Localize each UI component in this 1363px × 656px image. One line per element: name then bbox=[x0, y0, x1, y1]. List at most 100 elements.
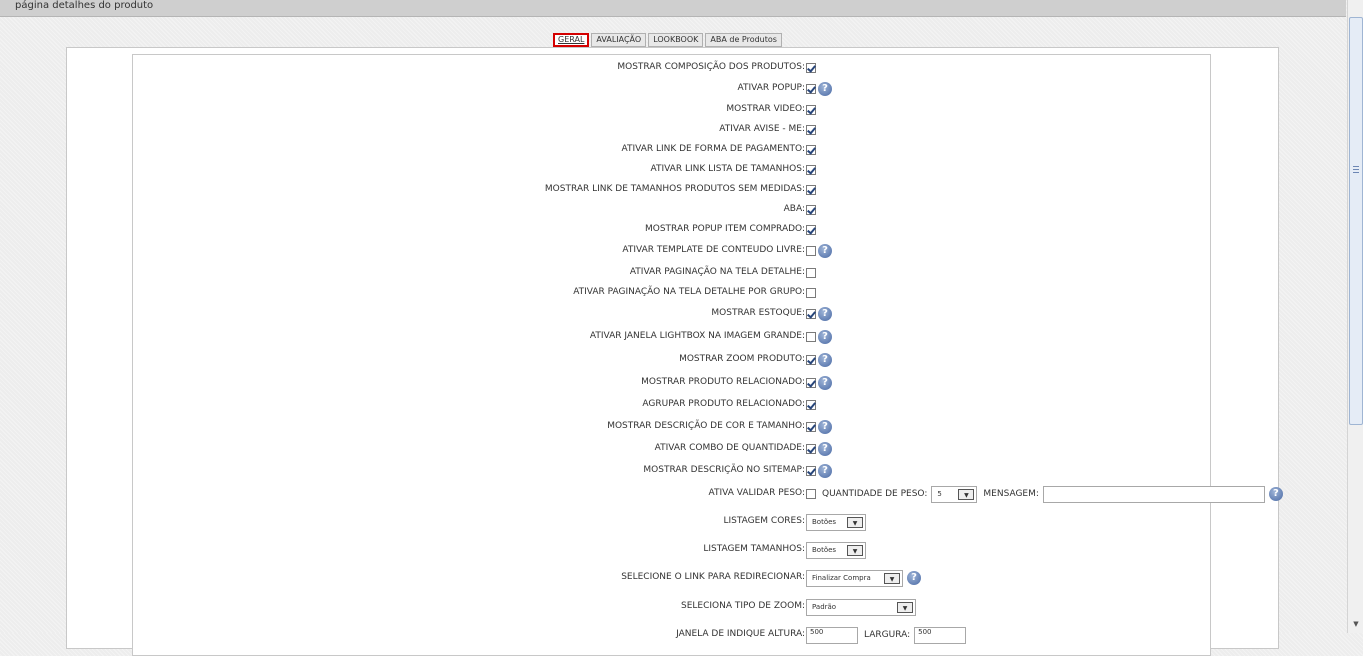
setting-checkbox[interactable] bbox=[806, 309, 816, 319]
tab-aba-de-produtos[interactable]: ABA de Produtos bbox=[705, 33, 782, 47]
help-icon[interactable]: ? bbox=[818, 420, 832, 434]
quantidade-peso-select[interactable]: 5 ▼ bbox=[931, 485, 978, 503]
setting-row: ATIVAR COMBO DE QUANTIDADE:? bbox=[133, 440, 1133, 458]
select-value: Padrão bbox=[812, 603, 837, 611]
row-controls: ? bbox=[806, 440, 832, 458]
tab-lookbook[interactable]: LOOKBOOK bbox=[648, 33, 704, 47]
setting-checkbox[interactable] bbox=[806, 84, 816, 94]
row-controls bbox=[806, 141, 816, 159]
setting-checkbox[interactable] bbox=[806, 466, 816, 476]
scrollbar-thumb[interactable] bbox=[1349, 17, 1363, 425]
help-icon[interactable]: ? bbox=[818, 353, 832, 367]
row-label-wrap: JANELA DE INDIQUE ALTURA: bbox=[133, 626, 805, 644]
option-select[interactable]: Finalizar Compra ▼ bbox=[806, 569, 903, 587]
row-label-wrap: LISTAGEM TAMANHOS: bbox=[133, 541, 805, 559]
help-icon[interactable]: ? bbox=[1268, 487, 1283, 501]
row-label: MOSTRAR COMPOSIÇÃO DOS PRODUTOS: bbox=[617, 62, 805, 72]
setting-checkbox[interactable] bbox=[806, 246, 816, 256]
row-label-wrap: ATIVAR LINK LISTA DE TAMANHOS: bbox=[133, 161, 805, 179]
largura-input[interactable]: 500 bbox=[914, 626, 967, 644]
help-icon[interactable]: ? bbox=[818, 376, 832, 390]
help-icon[interactable]: ? bbox=[818, 442, 832, 456]
header-bar: página detalhes do produto bbox=[0, 0, 1346, 17]
setting-checkbox[interactable] bbox=[806, 145, 816, 155]
row-controls: Finalizar Compra ▼? bbox=[806, 569, 921, 587]
help-icon[interactable]: ? bbox=[818, 330, 832, 344]
row-label: MOSTRAR ZOOM PRODUTO: bbox=[679, 354, 805, 364]
row-label: ATIVAR LINK DE FORMA DE PAGAMENTO: bbox=[621, 144, 806, 154]
row-controls: Padrão ▼ bbox=[806, 598, 916, 616]
row-label: ATIVAR AVISE - ME: bbox=[719, 124, 805, 134]
setting-checkbox[interactable] bbox=[806, 332, 816, 342]
row-label: MOSTRAR ESTOQUE: bbox=[711, 308, 805, 318]
row-label-wrap: SELECIONA TIPO DE ZOOM: bbox=[133, 598, 805, 616]
setting-checkbox[interactable] bbox=[806, 165, 816, 175]
validar-peso-checkbox[interactable] bbox=[806, 489, 816, 499]
scroll-down-arrow-icon[interactable]: ▼ bbox=[1349, 617, 1363, 631]
help-icon[interactable]: ? bbox=[818, 244, 832, 258]
setting-checkbox[interactable] bbox=[806, 205, 816, 215]
help-icon[interactable]: ? bbox=[818, 307, 832, 321]
mensagem-input[interactable] bbox=[1042, 485, 1265, 503]
row-controls: ? bbox=[806, 351, 832, 369]
setting-row: ATIVAR JANELA LIGHTBOX NA IMAGEM GRANDE:… bbox=[133, 328, 1133, 346]
page-title: página detalhes do produto bbox=[15, 0, 154, 11]
setting-row: MOSTRAR VIDEO: bbox=[133, 101, 1133, 119]
row-label: MOSTRAR POPUP ITEM COMPRADO: bbox=[645, 224, 805, 234]
setting-checkbox[interactable] bbox=[806, 355, 816, 365]
tab-geral[interactable]: GERAL bbox=[553, 33, 590, 47]
row-label-wrap: MOSTRAR DESCRIÇÃO NO SITEMAP: bbox=[133, 462, 805, 480]
select-row: LISTAGEM CORES: Botões ▼ bbox=[133, 513, 1133, 531]
setting-row: AGRUPAR PRODUTO RELACIONADO: bbox=[133, 396, 1133, 414]
setting-checkbox[interactable] bbox=[806, 288, 816, 298]
grip-icon bbox=[1353, 166, 1359, 174]
row-label-wrap: SELECIONE O LINK PARA REDIRECIONAR: bbox=[133, 569, 805, 587]
vertical-scrollbar[interactable]: ▼ bbox=[1347, 0, 1363, 633]
altura-input[interactable]: 500 bbox=[806, 626, 858, 644]
option-select[interactable]: Padrão ▼ bbox=[806, 598, 916, 616]
setting-row: ATIVAR AVISE - ME: bbox=[133, 121, 1133, 139]
row-controls: ? bbox=[806, 328, 832, 346]
row-label-wrap: ATIVAR COMBO DE QUANTIDADE: bbox=[133, 440, 805, 458]
setting-row: ATIVAR PAGINAÇÃO NA TELA DETALHE POR GRU… bbox=[133, 284, 1133, 302]
row-label: ATIVAR JANELA LIGHTBOX NA IMAGEM GRANDE: bbox=[589, 331, 805, 341]
tab-avalia-o[interactable]: AVALIAÇÃO bbox=[591, 33, 647, 47]
row-label: LISTAGEM TAMANHOS: bbox=[703, 544, 805, 554]
setting-checkbox[interactable] bbox=[806, 444, 816, 454]
row-controls bbox=[806, 284, 816, 302]
setting-checkbox[interactable] bbox=[806, 185, 816, 195]
row-controls: ? bbox=[806, 305, 832, 323]
setting-checkbox[interactable] bbox=[806, 378, 816, 388]
janela-row: JANELA DE INDIQUE ALTURA: 500 LARGURA: 500 bbox=[133, 626, 1133, 644]
option-select[interactable]: Botões ▼ bbox=[806, 513, 866, 531]
row-controls: Botões ▼ bbox=[806, 513, 866, 531]
setting-checkbox[interactable] bbox=[806, 422, 816, 432]
help-icon[interactable]: ? bbox=[818, 82, 832, 96]
row-label-wrap: LISTAGEM CORES: bbox=[133, 513, 805, 531]
largura-label: LARGURA: bbox=[864, 630, 911, 640]
setting-checkbox[interactable] bbox=[806, 105, 816, 115]
option-select[interactable]: Botões ▼ bbox=[806, 541, 866, 559]
settings-form: MOSTRAR COMPOSIÇÃO DOS PRODUTOS: ATIVAR P… bbox=[132, 54, 1283, 656]
setting-checkbox[interactable] bbox=[806, 225, 816, 235]
row-controls bbox=[806, 101, 816, 119]
setting-row: MOSTRAR COMPOSIÇÃO DOS PRODUTOS: bbox=[133, 59, 1133, 77]
dropdown-arrow-icon: ▼ bbox=[847, 516, 863, 528]
row-controls bbox=[806, 201, 816, 219]
row-controls: ? bbox=[806, 80, 832, 98]
setting-checkbox[interactable] bbox=[806, 125, 816, 135]
setting-row: MOSTRAR ESTOQUE:? bbox=[133, 305, 1133, 323]
setting-row: MOSTRAR LINK DE TAMANHOS PRODUTOS SEM ME… bbox=[133, 181, 1133, 199]
setting-checkbox[interactable] bbox=[806, 268, 816, 278]
setting-checkbox[interactable] bbox=[806, 63, 816, 73]
help-icon[interactable]: ? bbox=[818, 464, 832, 478]
setting-checkbox[interactable] bbox=[806, 400, 816, 410]
help-icon[interactable]: ? bbox=[907, 571, 921, 585]
row-label: ATIVAR POPUP: bbox=[737, 83, 805, 93]
row-controls bbox=[806, 181, 816, 199]
row-controls: Botões ▼ bbox=[806, 541, 866, 559]
row-label: ATIVAR PAGINAÇÃO NA TELA DETALHE POR GRU… bbox=[573, 287, 805, 297]
row-label: ATIVAR COMBO DE QUANTIDADE: bbox=[654, 443, 805, 453]
select-value: Finalizar Compra bbox=[812, 574, 871, 582]
row-label-wrap: MOSTRAR DESCRIÇÃO DE COR E TAMANHO: bbox=[133, 418, 805, 436]
